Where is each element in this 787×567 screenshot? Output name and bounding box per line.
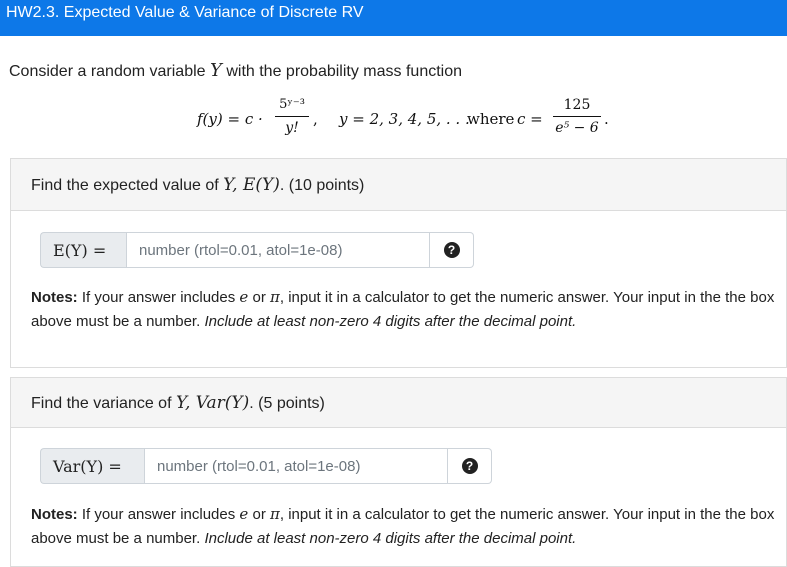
formula-domain: y = 2, 3, 4, 5, . . . [339,110,470,128]
variance-input-group: Var(Y) = ? [40,448,492,484]
pmf-formula: f(y) = c · 5ʸ⁻³ y! , y = 2, 3, 4, 5, . .… [197,96,609,137]
help-button[interactable]: ? [430,232,474,268]
expected-value-input[interactable] [126,232,430,268]
formula-where: where [467,110,515,128]
formula-fraction: 5ʸ⁻³ y! [275,96,309,137]
intro-variable: Y [210,60,222,81]
card-header: Find the expected value of Y, E(Y). (10 … [11,159,786,211]
notes-text: Notes: If your answer includes e or π, i… [31,288,775,330]
expected-value-label: E(Y) = [40,232,126,268]
page-header: HW2.3. Expected Value & Variance of Disc… [0,0,787,36]
question-circle-icon: ? [461,458,478,474]
intro-text: Consider a random variable Y with the pr… [9,60,463,81]
question-card-variance: Find the variance of Y, Var(Y). (5 point… [10,377,787,567]
question-circle-icon: ? [443,242,460,258]
question-card-expected-value: Find the expected value of Y, E(Y). (10 … [10,158,787,368]
variance-input[interactable] [144,448,448,484]
formula-c-eq: c = [517,110,543,128]
notes-text: Notes: If your answer includes e or π, i… [31,505,775,547]
help-button[interactable]: ? [448,448,492,484]
expected-value-input-group: E(Y) = ? [40,232,474,268]
variance-label: Var(Y) = [40,448,144,484]
formula-c-fraction: 125 e⁵ − 6 [553,96,601,137]
formula-lhs: f(y) = c · [197,110,263,128]
card-header: Find the variance of Y, Var(Y). (5 point… [11,378,786,428]
page-title: HW2.3. Expected Value & Variance of Disc… [6,4,364,21]
